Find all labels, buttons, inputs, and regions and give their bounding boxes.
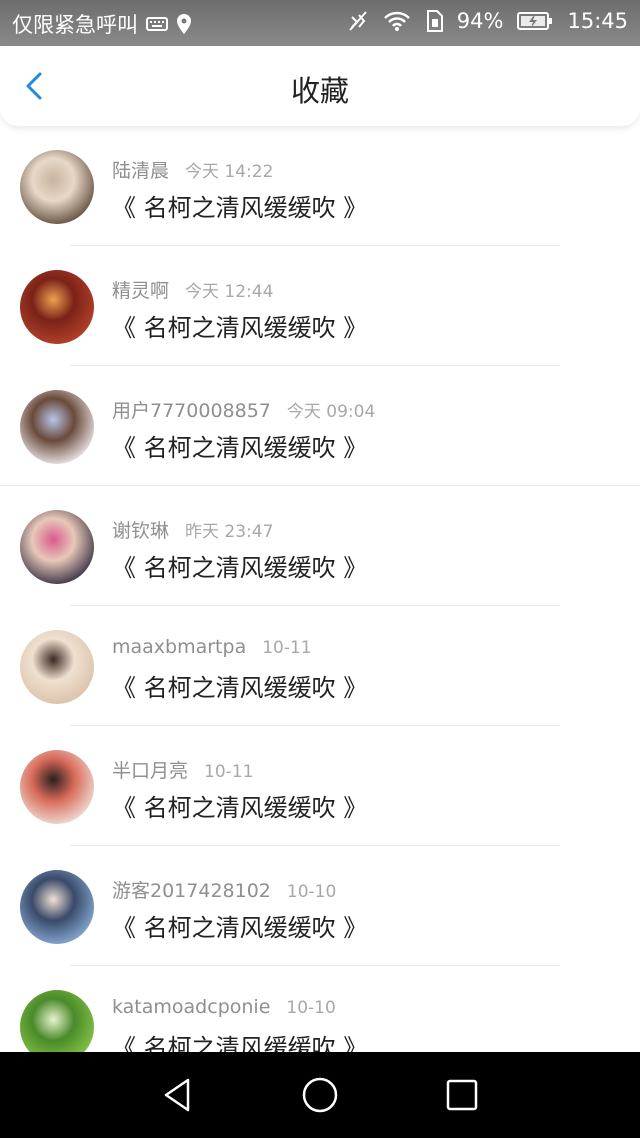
username[interactable]: 半口月亮 [112,760,188,782]
item-meta: 半口月亮 10-11 [112,756,253,783]
username[interactable]: katamoadcponie [112,996,270,1018]
timestamp: 10-10 [286,998,336,1018]
username[interactable]: maaxbmartpa [112,636,246,658]
book-title[interactable]: 《 名柯之清风缓缓吹 》 [112,908,367,943]
avatar[interactable] [20,390,94,464]
clock-time: 15:45 [567,9,628,33]
book-title[interactable]: 《 名柯之清风缓缓吹 》 [112,188,367,223]
item-meta: 用户7770008857 今天 09:04 [112,396,375,423]
favorite-item[interactable]: 陆清晨 今天 14:22 《 名柯之清风缓缓吹 》 [0,126,640,246]
timestamp: 昨天 23:47 [185,522,274,542]
nav-recents-button[interactable] [442,1075,482,1115]
favorites-list: 陆清晨 今天 14:22 《 名柯之清风缓缓吹 》精灵啊 今天 12:44 《 名柯之清… [0,126,640,1052]
navigation-bar [0,1052,640,1138]
favorite-item[interactable]: katamoadcponie 10-10 《 名柯之清风缓缓吹 》 [0,966,640,1052]
username[interactable]: 精灵啊 [112,280,169,302]
book-title[interactable]: 《 名柯之清风缓缓吹 》 [112,788,367,823]
square-recents-icon [446,1079,478,1111]
timestamp: 10-11 [262,638,312,658]
timestamp: 今天 12:44 [185,282,274,302]
timestamp: 今天 14:22 [185,162,274,182]
page-title: 收藏 [290,74,349,108]
nav-back-button[interactable] [158,1075,198,1115]
book-title[interactable]: 《 名柯之清风缓缓吹 》 [112,428,367,463]
item-meta: 精灵啊 今天 12:44 [112,276,273,303]
vibrate-off-icon [347,10,369,32]
sim-icon [425,10,443,32]
avatar[interactable] [20,870,94,944]
status-bar: 仅限紧急呼叫 94% 15:45 [0,0,640,46]
favorite-item[interactable]: 半口月亮 10-11 《 名柯之清风缓缓吹 》 [0,726,640,846]
avatar[interactable] [20,510,94,584]
avatar[interactable] [20,630,94,704]
username[interactable]: 用户7770008857 [112,400,271,422]
book-title[interactable]: 《 名柯之清风缓缓吹 》 [112,668,367,703]
username[interactable]: 游客2017428102 [112,880,271,902]
avatar[interactable] [20,150,94,224]
item-meta: 游客2017428102 10-10 [112,876,336,903]
book-title[interactable]: 《 名柯之清风缓缓吹 》 [112,308,367,343]
avatar[interactable] [20,750,94,824]
item-meta: katamoadcponie 10-10 [112,996,336,1018]
battery-percent: 94% [456,9,504,33]
title-bar: 收藏 [0,46,640,126]
favorite-item[interactable]: 精灵啊 今天 12:44 《 名柯之清风缓缓吹 》 [0,246,640,366]
item-meta: 谢钦琳 昨天 23:47 [112,516,273,543]
favorite-item[interactable]: maaxbmartpa 10-11 《 名柯之清风缓缓吹 》 [0,606,640,726]
carrier-text: 仅限紧急呼叫 [12,13,138,37]
item-meta: 陆清晨 今天 14:22 [112,156,273,183]
timestamp: 今天 09:04 [286,402,376,422]
favorite-item[interactable]: 游客2017428102 10-10 《 名柯之清风缓缓吹 》 [0,846,640,966]
triangle-back-icon [164,1078,190,1112]
book-title[interactable]: 《 名柯之清风缓缓吹 》 [112,1028,367,1052]
username[interactable]: 谢钦琳 [112,520,169,542]
battery-charging-icon [517,11,553,31]
nav-home-button[interactable] [300,1075,340,1115]
username[interactable]: 陆清晨 [112,160,169,182]
location-icon [176,13,192,35]
wifi-icon [383,10,411,32]
timestamp: 10-10 [286,882,337,902]
circle-home-icon [302,1077,338,1113]
favorite-item[interactable]: 用户7770008857 今天 09:04 《 名柯之清风缓缓吹 》 [0,366,640,486]
timestamp: 10-11 [204,762,254,782]
item-meta: maaxbmartpa 10-11 [112,636,312,658]
avatar[interactable] [20,990,94,1052]
favorite-item[interactable]: 谢钦琳 昨天 23:47 《 名柯之清风缓缓吹 》 [0,486,640,606]
keyboard-icon [146,16,168,32]
book-title[interactable]: 《 名柯之清风缓缓吹 》 [112,548,367,583]
avatar[interactable] [20,270,94,344]
